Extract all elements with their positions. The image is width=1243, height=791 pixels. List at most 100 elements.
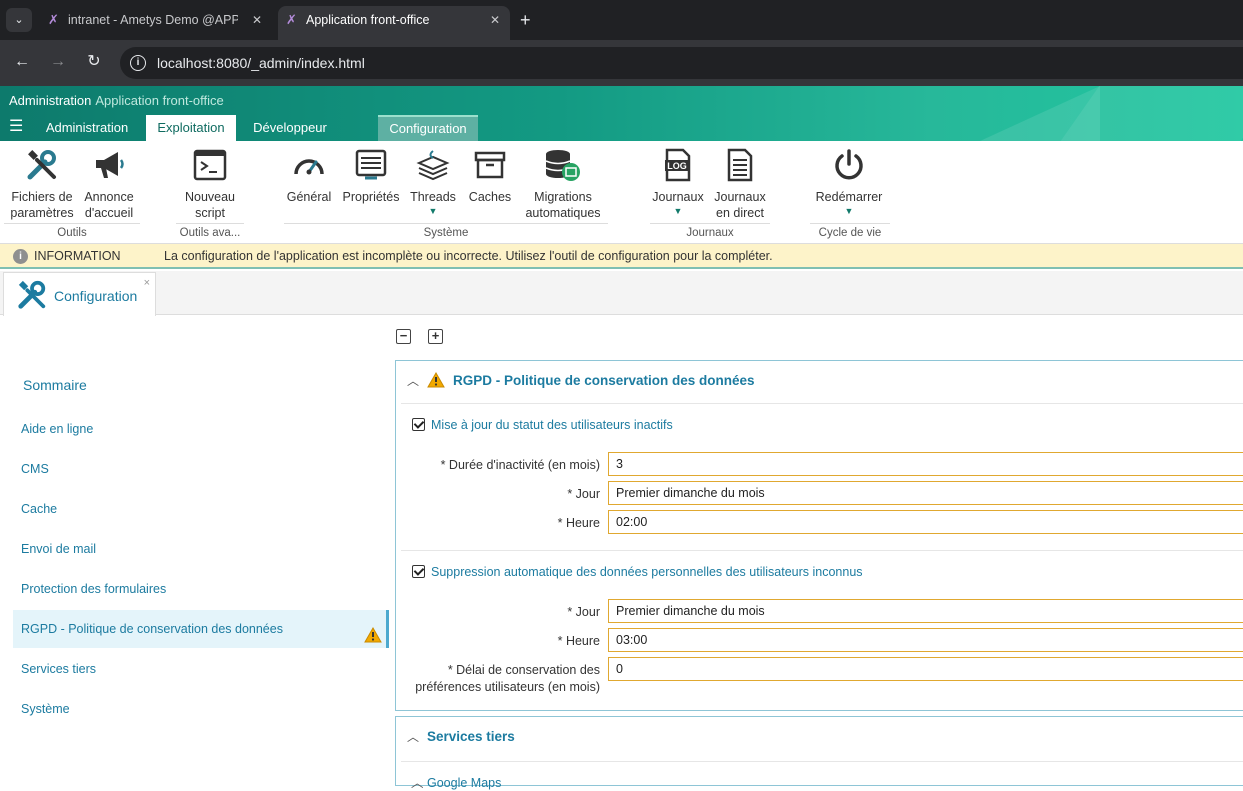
fichiers-label-1: Fichiers de <box>11 190 73 204</box>
ribbon-tab-configuration[interactable]: Configuration <box>378 115 478 141</box>
ribbon-tab-administration[interactable]: Administration <box>36 115 138 141</box>
url-path: :8080/_admin/index.html <box>212 55 365 71</box>
nav-item-systeme[interactable]: Système <box>13 690 389 728</box>
journaux-dropdown-icon[interactable]: ▼ <box>650 205 706 217</box>
layers-icon <box>406 147 460 183</box>
journaux-button[interactable]: LOG Journaux ▼ <box>650 147 706 217</box>
nav-item-rgpd[interactable]: RGPD - Politique de conservation des don… <box>13 610 389 648</box>
proprietes-button[interactable]: Propriétés <box>340 147 402 205</box>
database-migration-icon <box>520 147 606 183</box>
browser-tabstrip: ⌄ ✗ intranet - Ametys Demo @APP… ✕ ✗ App… <box>0 0 1243 40</box>
chevron-up-icon[interactable]: ︿ <box>407 372 419 389</box>
browser-toolbar: ← → ↻ i localhost:8080/_admin/index.html <box>0 40 1243 86</box>
field-label-jour: * Jour <box>567 605 600 619</box>
doc-tab-configuration[interactable]: Configuration × <box>3 272 156 316</box>
ametys-favicon-icon: ✗ <box>286 12 297 27</box>
info-icon: i <box>13 249 28 264</box>
google-maps-section: ︿ Google Maps <box>401 761 1243 791</box>
threads-label: Threads <box>410 190 456 204</box>
rgpd-panel-header[interactable]: ︿ RGPD - Politique de conservation des d… <box>396 361 1243 403</box>
journaux-label: Journaux <box>652 190 704 204</box>
journaux-direct-button[interactable]: Journaux en direct <box>710 147 770 221</box>
field-label-duree: * Durée d'inactivité (en mois) <box>440 458 600 472</box>
threads-button[interactable]: Threads ▼ <box>406 147 460 217</box>
google-maps-label: Google Maps <box>427 776 502 790</box>
power-icon <box>812 147 886 183</box>
duree-inactivite-field[interactable]: 3 <box>608 452 1243 476</box>
jour-field[interactable]: Premier dimanche du mois <box>608 481 1243 505</box>
nav-item-rgpd-label: RGPD - Politique de conservation des don… <box>21 622 283 636</box>
ribbon-tab-exploitation[interactable]: Exploitation <box>146 115 236 141</box>
checkbox-delete-unknown-users[interactable]: Suppression automatique des données pers… <box>412 565 863 579</box>
expand-all-button[interactable]: + <box>428 329 443 344</box>
services-panel-header[interactable]: ︿ Services tiers <box>396 717 1243 759</box>
configuration-main: − + ︿ RGPD - Politique de conservation d… <box>392 316 1243 790</box>
ametys-favicon-icon: ✗ <box>48 12 59 27</box>
warning-icon <box>427 371 445 391</box>
browser-tab-front-office[interactable]: ✗ Application front-office ✕ <box>278 6 510 40</box>
site-info-icon[interactable]: i <box>130 55 146 71</box>
close-tab-icon[interactable]: ✕ <box>252 6 262 34</box>
annonce-label-2: d'accueil <box>84 206 134 220</box>
chevron-up-icon[interactable]: ︿ <box>407 728 419 745</box>
migrations-label-1: Migrations <box>534 190 592 204</box>
rgpd-panel: ︿ RGPD - Politique de conservation des d… <box>395 360 1243 711</box>
nav-item-protection-formulaires[interactable]: Protection des formulaires <box>13 570 389 608</box>
reload-icon[interactable]: ↻ <box>82 51 106 73</box>
fichiers-label-2: paramètres <box>10 206 74 220</box>
nouveau-label-2: script <box>195 206 225 220</box>
nav-item-cache[interactable]: Cache <box>13 490 389 528</box>
migrations-button[interactable]: Migrations automatiques <box>520 147 606 221</box>
threads-dropdown-icon[interactable]: ▼ <box>406 205 460 217</box>
document-tabbar: Configuration × <box>0 271 1243 316</box>
nouveau-label-1: Nouveau <box>184 190 236 204</box>
back-icon[interactable]: ← <box>10 51 34 73</box>
jour-field[interactable]: Premier dimanche du mois <box>608 599 1243 623</box>
forward-icon[interactable]: → <box>46 51 70 73</box>
info-label: INFORMATION <box>34 249 121 263</box>
rgpd-panel-title: RGPD - Politique de conservation des don… <box>453 373 755 388</box>
heure-field[interactable]: 03:00 <box>608 628 1243 652</box>
caches-button[interactable]: Caches <box>466 147 514 205</box>
direct-label-2: en direct <box>716 206 764 220</box>
nav-item-aide-en-ligne[interactable]: Aide en ligne <box>13 410 389 448</box>
nav-item-services-tiers[interactable]: Services tiers <box>13 650 389 688</box>
close-icon[interactable]: × <box>144 277 150 289</box>
menu-icon[interactable]: ☰ <box>9 119 23 135</box>
field-label-heure: * Heure <box>557 634 600 648</box>
new-tab-icon[interactable]: + <box>520 8 531 32</box>
address-bar[interactable]: i localhost:8080/_admin/index.html <box>120 47 1243 79</box>
services-panel-title: Services tiers <box>427 729 515 744</box>
gauge-icon <box>284 147 334 183</box>
nav-item-envoi-de-mail[interactable]: Envoi de mail <box>13 530 389 568</box>
annonce-accueil-button[interactable]: Annonce d'accueil <box>82 147 136 221</box>
chevron-up-icon[interactable]: ︿ <box>411 776 424 790</box>
redemarrer-label: Redémarrer <box>815 190 883 204</box>
close-tab-icon[interactable]: ✕ <box>490 6 500 34</box>
checkbox-checked[interactable] <box>412 418 425 431</box>
info-message: La configuration de l'application est in… <box>164 249 773 263</box>
checkbox-update-inactive-users[interactable]: Mise à jour du statut des utilisateurs i… <box>412 418 673 432</box>
fichiers-parametres-button[interactable]: Fichiers de paramètres <box>6 147 78 221</box>
browser-tab-intranet[interactable]: ✗ intranet - Ametys Demo @APP… ✕ <box>40 6 272 40</box>
proprietes-label: Propriétés <box>342 190 400 204</box>
nav-item-cms[interactable]: CMS <box>13 450 389 488</box>
google-maps-header[interactable]: ︿ Google Maps <box>411 772 501 791</box>
terminal-icon <box>180 147 240 183</box>
checkbox-checked[interactable] <box>412 565 425 578</box>
ribbon-tab-developpeur[interactable]: Développeur <box>244 115 336 141</box>
tab-search-button[interactable]: ⌄ <box>6 8 32 32</box>
general-label: Général <box>286 190 332 204</box>
redemarrer-dropdown-icon[interactable]: ▼ <box>812 205 886 217</box>
tools-icon <box>6 147 78 183</box>
field-label-heure: * Heure <box>557 516 600 530</box>
nouveau-script-button[interactable]: Nouveau script <box>180 147 240 221</box>
group-label-systeme: Système <box>423 227 469 239</box>
app-title-main: Administration <box>9 93 92 108</box>
general-button[interactable]: Général <box>284 147 334 205</box>
heure-field[interactable]: 02:00 <box>608 510 1243 534</box>
redemarrer-button[interactable]: Redémarrer ▼ <box>812 147 886 217</box>
collapse-all-button[interactable]: − <box>396 329 411 344</box>
migrations-label-2: automatiques <box>525 206 601 220</box>
delai-conservation-field[interactable]: 0 <box>608 657 1243 681</box>
